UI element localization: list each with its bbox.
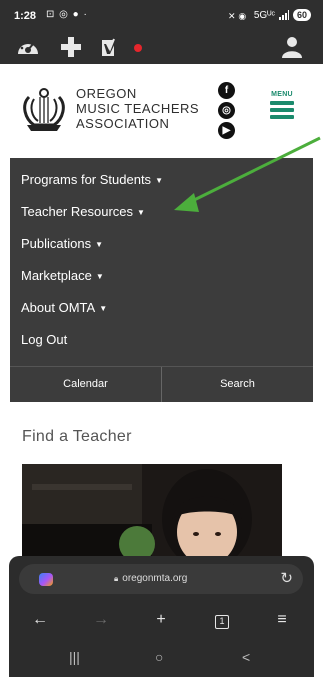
- teacher-photo[interactable]: [22, 464, 282, 564]
- mute-location-icon: ✕ ◉: [228, 12, 246, 20]
- org-name-line1: OREGON: [76, 86, 137, 101]
- nav-item-programs-for-students[interactable]: Programs for Students ▼: [21, 172, 163, 187]
- recents-icon[interactable]: |||: [69, 649, 80, 665]
- tabs-button[interactable]: 1: [210, 611, 234, 629]
- chevron-down-icon: ▼: [95, 240, 104, 250]
- nav-item-label: Log Out: [21, 332, 68, 347]
- home-icon[interactable]: ○: [155, 649, 163, 665]
- url-text[interactable]: 🔒︎ oregonmta.org: [114, 573, 187, 584]
- org-name-line3: ASSOCIATION: [76, 116, 170, 131]
- hamburger-bar: [270, 115, 294, 119]
- quick-links: Calendar Search: [10, 366, 313, 402]
- search-button[interactable]: Search: [162, 367, 313, 402]
- hamburger-bar: [270, 101, 294, 105]
- dashboard-icon[interactable]: [16, 36, 40, 58]
- svg-text:✕ ◉: ✕ ◉: [228, 12, 246, 20]
- omta-lyre-logo[interactable]: [19, 85, 69, 135]
- nav-item-label: About OMTA: [21, 300, 96, 315]
- back-nav-icon[interactable]: <: [242, 649, 250, 665]
- system-nav-bar: ||| ○ <: [9, 638, 314, 677]
- menu-label: MENU: [271, 91, 293, 98]
- nav-item-label: Teacher Resources: [21, 204, 133, 219]
- nav-item-marketplace[interactable]: Marketplace ▼: [21, 268, 104, 283]
- url-value: oregonmta.org: [122, 573, 188, 584]
- battery-icon: 60: [292, 9, 311, 21]
- child-at-piano-image: [22, 464, 282, 564]
- forward-icon[interactable]: →: [89, 611, 113, 629]
- back-icon[interactable]: ←: [28, 611, 52, 629]
- status-right: ✕ ◉ 5Gᵁᶜ 60: [228, 9, 311, 21]
- copilot-icon[interactable]: [39, 573, 53, 586]
- chevron-down-icon: ▼: [99, 304, 108, 314]
- youtube-icon[interactable]: ▶: [218, 122, 235, 139]
- status-time: 1:28: [14, 10, 37, 22]
- social-links: f ◎ ▶: [218, 82, 236, 142]
- signal-icon: [278, 10, 289, 20]
- org-name[interactable]: OREGON MUSIC TEACHERS ASSOCIATION: [76, 86, 199, 131]
- nav-item-log-out[interactable]: Log Out: [21, 332, 67, 347]
- status-dot-icon: [134, 44, 142, 52]
- network-indicator: 5Gᵁᶜ: [253, 9, 275, 21]
- nav-item-teacher-resources[interactable]: Teacher Resources ▼: [21, 204, 145, 219]
- account-icon[interactable]: [282, 36, 302, 58]
- nav-item-about-omta[interactable]: About OMTA ▼: [21, 300, 107, 315]
- facebook-icon[interactable]: f: [218, 82, 235, 99]
- calendar-button[interactable]: Calendar: [10, 367, 161, 402]
- menu-button[interactable]: MENU: [268, 91, 296, 119]
- lock-icon: 🔒︎: [114, 574, 119, 583]
- nav-item-label: Programs for Students: [21, 172, 152, 187]
- page-title: Find a Teacher: [22, 428, 132, 445]
- address-bar[interactable]: 🔒︎ oregonmta.org ↻: [19, 564, 303, 594]
- main-nav: Programs for Students ▼ Teacher Resources…: [10, 158, 313, 366]
- chevron-down-icon: ▼: [155, 176, 163, 186]
- nav-item-label: Publications: [21, 236, 92, 251]
- status-bar: 1:28 ⊡ ◎ ● · ✕ ◉ 5Gᵁᶜ 60: [0, 0, 323, 30]
- nav-item-label: Marketplace: [21, 268, 92, 283]
- admin-toolbar: [0, 30, 323, 64]
- org-name-line2: MUSIC TEACHERS: [76, 101, 200, 116]
- browser-url-area: 🔒︎ oregonmta.org ↻: [9, 556, 314, 610]
- chevron-down-icon: ▼: [95, 272, 104, 282]
- reload-icon[interactable]: ↻: [280, 569, 293, 587]
- browser-menu-icon[interactable]: ≡: [270, 611, 294, 629]
- add-new-icon[interactable]: [60, 36, 82, 58]
- hamburger-bar: [270, 108, 294, 112]
- tab-count: 1: [215, 615, 229, 629]
- yoast-seo-icon[interactable]: [100, 36, 122, 58]
- screen: 1:28 ⊡ ◎ ● · ✕ ◉ 5Gᵁᶜ 60 OREGON MUSIC TE…: [0, 0, 323, 677]
- browser-toolbar: ← → + 1 ≡: [9, 604, 314, 638]
- chevron-down-icon: ▼: [137, 208, 145, 218]
- nav-item-publications[interactable]: Publications ▼: [21, 236, 103, 251]
- site-header: OREGON MUSIC TEACHERS ASSOCIATION f ◎ ▶ …: [10, 64, 313, 158]
- notification-icons: ⊡ ◎ ● ·: [46, 9, 88, 20]
- new-tab-icon[interactable]: +: [149, 611, 173, 629]
- instagram-icon[interactable]: ◎: [218, 102, 235, 119]
